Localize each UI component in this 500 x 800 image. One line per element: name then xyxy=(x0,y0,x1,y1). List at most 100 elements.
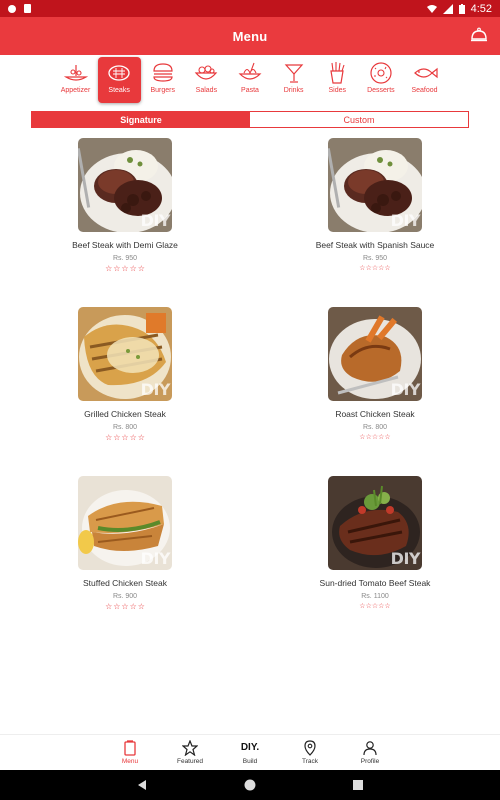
rating-stars[interactable]: ☆ ☆ ☆ ☆ ☆ xyxy=(359,265,390,273)
clock: 4:52 xyxy=(470,2,492,15)
star-icon: ☆ xyxy=(384,603,391,610)
nav-label: Featured xyxy=(176,758,204,765)
signal-icon xyxy=(442,3,453,14)
item-name: Beef Steak with Demi Glaze xyxy=(72,240,178,250)
category-appetizer[interactable]: Appetizer xyxy=(54,57,97,103)
nav-profile[interactable]: Profile xyxy=(340,735,400,770)
rating-stars[interactable]: ☆ ☆ ☆ ☆ ☆ xyxy=(105,265,145,273)
menu-item[interactable]: DIY Beef Steak with Demi Glaze Rs. 950 ☆… xyxy=(50,138,200,273)
diy-watermark: DIY xyxy=(140,380,171,399)
item-price: Rs. 800 xyxy=(362,424,388,431)
menu-item[interactable]: DIY Stuffed Chicken Steak Rs. 900 ☆ ☆ ☆ … xyxy=(50,476,200,611)
nav-label: Menu xyxy=(121,758,139,765)
item-price: Rs. 900 xyxy=(112,593,138,600)
category-burgers[interactable]: Burgers xyxy=(141,57,184,103)
steak-icon xyxy=(108,65,130,81)
person-icon xyxy=(363,741,377,756)
menu-item[interactable]: DIY Grilled Chicken Steak Rs. 800 ☆ ☆ ☆ … xyxy=(50,307,200,442)
diy-watermark: DIY xyxy=(390,211,421,230)
food-image: DIY xyxy=(328,476,422,570)
star-icon: ☆ xyxy=(137,433,145,442)
rating-stars[interactable]: ☆ ☆ ☆ ☆ ☆ xyxy=(105,603,145,611)
nav-featured[interactable]: Featured xyxy=(160,735,220,770)
nav-label: Build xyxy=(242,758,258,765)
category-label: Pasta xyxy=(241,87,259,94)
rating-stars[interactable]: ☆ ☆ ☆ ☆ ☆ xyxy=(105,434,145,442)
star-icon: ☆ xyxy=(105,602,113,611)
fish-icon xyxy=(413,67,438,79)
wifi-icon xyxy=(426,4,437,13)
diy-watermark: DIY xyxy=(140,211,171,230)
rating-stars[interactable]: ☆ ☆ ☆ ☆ ☆ xyxy=(359,434,390,442)
category-pasta[interactable]: Pasta xyxy=(229,57,272,103)
item-name: Roast Chicken Steak xyxy=(335,409,415,419)
nav-label: Track xyxy=(301,758,318,765)
bottom-navigation: Menu Featured DIY. Build Track Profile xyxy=(0,734,500,770)
star-icon: ☆ xyxy=(105,433,113,442)
appetizer-icon xyxy=(63,65,88,81)
diy-watermark: DIY xyxy=(390,380,421,399)
star-icon: ☆ xyxy=(113,433,121,442)
diy-watermark: DIY xyxy=(140,549,171,568)
category-steaks[interactable]: Steaks xyxy=(97,57,141,103)
star-icon: ☆ xyxy=(121,264,129,273)
star-icon: ☆ xyxy=(113,264,121,273)
category-label: Salads xyxy=(195,87,218,94)
app-bar: Menu xyxy=(0,17,500,55)
item-name: Stuffed Chicken Steak xyxy=(83,578,167,588)
star-icon: ☆ xyxy=(121,602,129,611)
category-seafood[interactable]: Seafood xyxy=(403,57,446,103)
nav-label: Profile xyxy=(360,758,380,765)
system-navigation-bar xyxy=(0,770,500,800)
category-label: Desserts xyxy=(367,87,395,94)
salad-icon xyxy=(195,65,218,80)
sd-card-icon xyxy=(24,4,31,13)
menu-item[interactable]: DIY Sun-dried Tomato Beef Steak Rs. 1100… xyxy=(300,476,450,611)
food-image: DIY xyxy=(78,476,172,570)
item-price: Rs. 950 xyxy=(362,255,388,262)
menu-type-tabs: Signature Custom xyxy=(31,111,469,128)
fries-icon xyxy=(330,62,345,84)
tab-signature[interactable]: Signature xyxy=(32,112,250,127)
food-image: DIY xyxy=(328,138,422,232)
category-label: Drinks xyxy=(283,87,304,94)
food-image: DIY xyxy=(78,307,172,401)
item-name: Grilled Chicken Steak xyxy=(84,409,166,419)
category-drinks[interactable]: Drinks xyxy=(272,57,315,103)
category-label: Seafood xyxy=(411,87,438,94)
nav-build[interactable]: DIY. Build xyxy=(220,735,280,770)
star-icon: ☆ xyxy=(384,265,391,272)
cloche-icon[interactable] xyxy=(470,26,488,44)
food-image: DIY xyxy=(328,307,422,401)
item-name: Beef Steak with Spanish Sauce xyxy=(315,240,435,250)
recents-icon[interactable] xyxy=(352,779,364,791)
location-pin-icon xyxy=(304,740,316,756)
nav-menu[interactable]: Menu xyxy=(100,735,160,770)
status-bar: 4:52 xyxy=(0,0,500,17)
home-icon[interactable] xyxy=(244,779,256,791)
back-icon[interactable] xyxy=(136,779,148,791)
category-desserts[interactable]: Desserts xyxy=(359,57,402,103)
burger-icon xyxy=(153,63,173,82)
item-price: Rs. 950 xyxy=(112,255,138,262)
pasta-icon xyxy=(238,62,262,80)
menu-item[interactable]: DIY Beef Steak with Spanish Sauce Rs. 95… xyxy=(300,138,450,273)
page-title: Menu xyxy=(232,28,268,44)
category-label: Sides xyxy=(328,87,346,94)
star-icon: ☆ xyxy=(137,264,145,273)
menu-item[interactable]: DIY Roast Chicken Steak Rs. 800 ☆ ☆ ☆ ☆ … xyxy=(300,307,450,442)
tab-custom[interactable]: Custom xyxy=(250,112,468,127)
rating-stars[interactable]: ☆ ☆ ☆ ☆ ☆ xyxy=(359,603,390,611)
cocktail-icon xyxy=(284,64,303,83)
category-sides[interactable]: Sides xyxy=(316,57,359,103)
category-salads[interactable]: Salads xyxy=(185,57,228,103)
item-price: Rs. 1100 xyxy=(361,593,389,600)
notification-dot-icon xyxy=(8,4,16,13)
nav-track[interactable]: Track xyxy=(280,735,340,770)
category-label: Burgers xyxy=(150,87,175,94)
food-image: DIY xyxy=(78,138,172,232)
diy-watermark: DIY xyxy=(390,549,421,568)
star-icon: ☆ xyxy=(121,433,129,442)
star-icon: ☆ xyxy=(137,602,145,611)
menu-card-icon xyxy=(124,740,136,756)
